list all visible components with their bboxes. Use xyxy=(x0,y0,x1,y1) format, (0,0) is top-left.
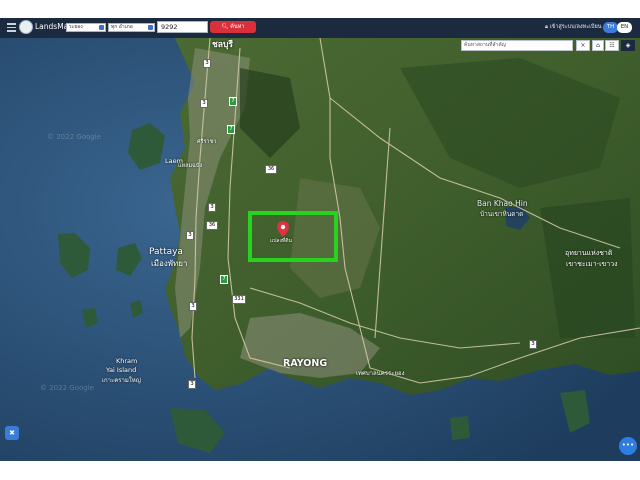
label-rayong: RAYONG xyxy=(283,358,328,369)
place-search-input[interactable]: ค้นหาสถานที่สำคัญ xyxy=(461,40,573,51)
compass-icon: ✖ xyxy=(9,429,15,437)
road-shield: 7 xyxy=(220,275,228,284)
layers-button[interactable]: ◈ xyxy=(621,40,635,51)
road-shield: 3 xyxy=(189,302,197,311)
bottom-blank-area xyxy=(0,461,640,480)
layers-icon: ◈ xyxy=(625,42,631,49)
label-si-racha: ศรีราชา xyxy=(197,139,217,145)
ruler-icon: ☷ xyxy=(609,42,615,49)
top-bar: LandsMaps ระยอง ทุก อำเภอ 9292 🔍︎ ค้นหา … xyxy=(0,18,640,38)
login-link[interactable]: 🔒︎ เข้าสู่ระบบ/ลงทะเบียน xyxy=(545,23,602,31)
province-select[interactable]: ระยอง xyxy=(66,23,106,32)
map-watermark: © 2022 Google xyxy=(47,133,101,141)
road-shield: 3 xyxy=(203,59,211,68)
road-shield: 7 xyxy=(229,97,237,106)
label-khram-island-2: Yai Island xyxy=(106,366,137,374)
road-shield: 36 xyxy=(265,165,277,174)
label-ban-khao-hin: Ban Khao Hin xyxy=(477,199,528,208)
lang-th-button[interactable]: TH xyxy=(603,22,618,33)
label-laem-chabang-th: แหลมฉบัง xyxy=(178,163,203,169)
label-ban-khao-hin-th: บ้านเขาหินดาด xyxy=(480,210,524,218)
more-options-button[interactable]: ••• xyxy=(619,437,637,455)
label-khram-island: Khram xyxy=(116,357,138,365)
road-shield: 7 xyxy=(227,125,235,134)
chevron-down-icon xyxy=(148,25,153,30)
road-shield: 3 xyxy=(200,99,208,108)
compass-button[interactable]: ✖ xyxy=(5,426,19,440)
satellite-map[interactable]: © 2022 Google © 2022 Google ชลบุรี Laem … xyxy=(0,38,640,461)
label-khram-island-th: เกาะครามใหญ่ xyxy=(102,377,141,384)
road-shield: 3 xyxy=(208,203,216,212)
ruler-button[interactable]: ☷ xyxy=(605,40,619,51)
landsmaps-logo-icon[interactable] xyxy=(19,20,33,34)
more-dots-icon: ••• xyxy=(621,441,635,449)
map-watermark: © 2022 Google xyxy=(40,384,94,392)
parcel-label: แปลงที่ดิน xyxy=(270,238,292,244)
label-pattaya: Pattaya xyxy=(149,247,183,257)
label-national-park-2: เขาชะเมา-เขาวง xyxy=(566,260,618,268)
clear-search-button[interactable]: × xyxy=(576,40,590,51)
search-icon: 🔍︎ xyxy=(221,24,229,30)
road-shield: 3 xyxy=(188,380,196,389)
road-shield: 3 xyxy=(186,231,194,240)
chevron-down-icon xyxy=(99,25,104,30)
label-chonburi: ชลบุรี xyxy=(212,40,233,50)
lang-en-button[interactable]: EN xyxy=(617,22,632,33)
hamburger-menu-icon[interactable] xyxy=(7,23,16,32)
label-rayong-th: เทศบาลนครระยอง xyxy=(356,370,405,377)
parcel-highlight-box[interactable] xyxy=(248,211,338,262)
road-shield: 36 xyxy=(206,221,218,230)
home-button[interactable]: ⌂ xyxy=(592,40,604,51)
road-shield: 331 xyxy=(232,295,246,304)
district-select[interactable]: ทุก อำเภอ xyxy=(108,23,155,32)
location-pin-icon[interactable] xyxy=(277,221,289,237)
road-shield: 3 xyxy=(529,340,537,349)
home-icon: ⌂ xyxy=(596,42,600,49)
close-icon: × xyxy=(580,42,586,49)
label-national-park: อุทยานแห่งชาติ xyxy=(565,249,613,257)
search-button[interactable]: 🔍︎ ค้นหา xyxy=(210,21,256,33)
label-mueang-pattaya: เมืองพัทยา xyxy=(151,259,188,268)
parcel-search-input[interactable]: 9292 xyxy=(157,21,208,33)
